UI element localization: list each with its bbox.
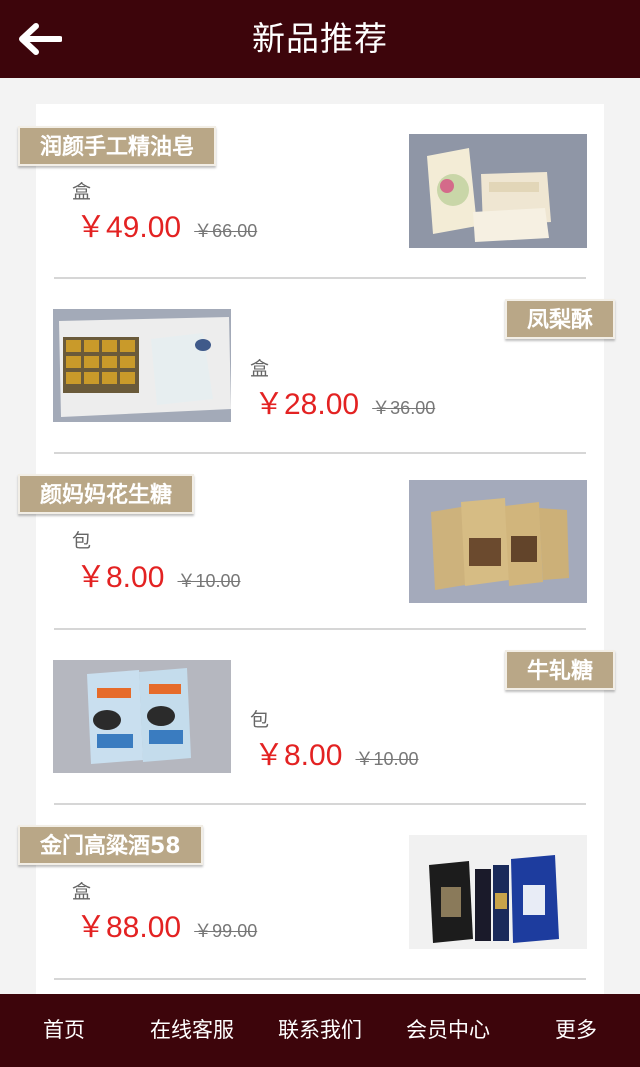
product-item[interactable]: 润颜手工精油皂 盒 ￥49.00 ￥66.00 — [0, 104, 640, 279]
tab-member-center[interactable]: 会员中心 — [384, 994, 512, 1067]
product-price: ￥28.00 — [254, 388, 360, 421]
product-name-tag: 颜妈妈花生糖 — [18, 474, 195, 514]
product-original-price: ￥10.00 — [177, 571, 241, 591]
product-unit: 包 — [72, 530, 92, 552]
tab-online-service[interactable]: 在线客服 — [128, 994, 256, 1067]
product-name-tag: 凤梨酥 — [505, 299, 616, 339]
product-image-nougat[interactable] — [53, 660, 231, 773]
product-unit: 盒 — [72, 181, 92, 203]
product-original-price: ￥66.00 — [194, 221, 258, 241]
price-row: ￥28.00 ￥36.00 — [254, 379, 435, 423]
bottom-tab-bar: 首页 在线客服 联系我们 会员中心 更多 — [0, 994, 640, 1067]
tab-contact-us[interactable]: 联系我们 — [256, 994, 384, 1067]
app-header: 新品推荐 — [0, 0, 640, 78]
product-price: ￥8.00 — [254, 739, 343, 772]
divider — [54, 978, 586, 980]
price-row: ￥49.00 ￥66.00 — [76, 202, 257, 246]
product-name-tag: 金门高粱酒58 — [18, 825, 203, 865]
product-unit: 盒 — [250, 358, 270, 380]
page-title: 新品推荐 — [252, 19, 388, 58]
product-image-peanut-candy[interactable] — [409, 480, 587, 603]
product-name-tag: 牛轧糖 — [505, 650, 616, 690]
tab-more[interactable]: 更多 — [512, 994, 640, 1067]
product-item[interactable]: 颜妈妈花生糖 包 ￥8.00 ￥10.00 — [0, 454, 640, 629]
product-name-tag: 润颜手工精油皂 — [18, 126, 217, 166]
product-image-kaoliang-liquor[interactable] — [409, 835, 587, 949]
product-item[interactable]: 金门高粱酒58 盒 ￥88.00 ￥99.00 — [0, 805, 640, 980]
product-unit: 盒 — [72, 881, 92, 903]
product-price: ￥49.00 — [76, 211, 182, 244]
price-row: ￥8.00 ￥10.00 — [254, 730, 419, 774]
product-unit: 包 — [250, 709, 270, 731]
product-image-pineapple-cake[interactable] — [53, 309, 231, 422]
product-price: ￥8.00 — [76, 561, 165, 594]
product-item[interactable]: 凤梨酥 盒 ￥28.00 ￥36.00 — [0, 279, 640, 454]
price-row: ￥88.00 ￥99.00 — [76, 902, 257, 946]
product-original-price: ￥36.00 — [372, 398, 436, 418]
tab-home[interactable]: 首页 — [0, 994, 128, 1067]
product-item[interactable]: 牛轧糖 包 ￥8.00 ￥10.00 — [0, 630, 640, 805]
product-price: ￥88.00 — [76, 911, 182, 944]
product-image-soap[interactable] — [409, 134, 587, 248]
product-original-price: ￥10.00 — [355, 749, 419, 769]
product-original-price: ￥99.00 — [194, 921, 258, 941]
price-row: ￥8.00 ￥10.00 — [76, 552, 241, 596]
